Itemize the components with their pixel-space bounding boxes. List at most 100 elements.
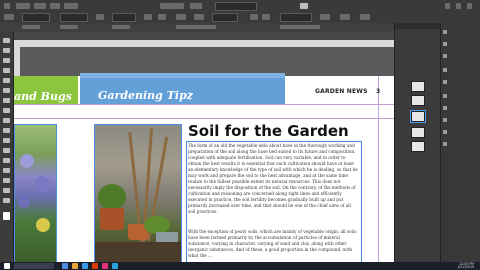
panel-item-text-wrap[interactable] bbox=[443, 127, 479, 136]
rotate-icon[interactable] bbox=[144, 14, 152, 20]
zoom-control[interactable] bbox=[160, 3, 184, 9]
links-icon bbox=[443, 53, 447, 58]
width-field[interactable] bbox=[60, 13, 88, 22]
x-field[interactable] bbox=[22, 13, 50, 22]
app-menu-icon[interactable] bbox=[4, 3, 10, 9]
file-explorer-icon[interactable] bbox=[72, 263, 78, 269]
taskbar-search-input[interactable] bbox=[14, 263, 54, 269]
guide-line bbox=[14, 104, 394, 105]
minimize-icon[interactable] bbox=[445, 3, 450, 9]
panel-dock bbox=[440, 23, 480, 262]
page-thumbnail[interactable] bbox=[411, 141, 425, 152]
office-icon[interactable] bbox=[92, 263, 98, 269]
eyedropper-tool-icon[interactable] bbox=[3, 178, 10, 183]
scale-y-field[interactable] bbox=[112, 25, 130, 29]
running-header: GARDEN NEWS 3 bbox=[315, 88, 380, 95]
page-thumbnail[interactable] bbox=[411, 127, 425, 138]
image-frame[interactable] bbox=[14, 124, 57, 263]
panel-item-character-styles[interactable] bbox=[443, 115, 479, 124]
fitting-icon[interactable] bbox=[360, 14, 370, 20]
pen-tool-icon[interactable] bbox=[3, 98, 10, 103]
shadow-icon[interactable] bbox=[262, 14, 270, 20]
panel-item-swatches[interactable] bbox=[443, 77, 479, 86]
pencil-tool-icon[interactable] bbox=[3, 108, 10, 113]
menu-item[interactable] bbox=[64, 3, 78, 9]
menu-item[interactable] bbox=[50, 3, 60, 9]
direct-selection-tool-icon[interactable] bbox=[3, 48, 10, 53]
running-header-title: GARDEN NEWS bbox=[315, 88, 368, 95]
fill-swatch[interactable] bbox=[176, 14, 186, 20]
layers-icon bbox=[443, 41, 447, 46]
menu-item[interactable] bbox=[34, 3, 46, 9]
photoshop-app-icon[interactable] bbox=[112, 263, 118, 269]
rectangle-tool-icon[interactable] bbox=[3, 128, 10, 133]
scale-field[interactable] bbox=[112, 13, 136, 22]
panel-item-paragraph-styles[interactable] bbox=[443, 103, 479, 112]
fill-stroke-swatch[interactable] bbox=[3, 212, 10, 220]
panel-header bbox=[395, 23, 441, 29]
rectangle-frame-tool-icon[interactable] bbox=[3, 118, 10, 123]
image-frame[interactable] bbox=[94, 124, 182, 263]
document-tab-bar[interactable] bbox=[14, 32, 394, 40]
panel-item-links[interactable] bbox=[443, 51, 479, 60]
indesign-app-icon[interactable] bbox=[102, 263, 108, 269]
panel-item-color[interactable] bbox=[443, 91, 479, 100]
panel-item-stroke[interactable] bbox=[443, 65, 479, 74]
text-frame[interactable] bbox=[186, 141, 362, 263]
transform-tool-icon[interactable] bbox=[3, 148, 10, 153]
reference-point-icon[interactable] bbox=[4, 14, 14, 20]
gradient-tool-icon[interactable] bbox=[3, 158, 10, 163]
panel-item-layers[interactable] bbox=[443, 39, 479, 48]
color-icon bbox=[443, 93, 447, 98]
maximize-icon[interactable] bbox=[456, 3, 461, 9]
margin-guide bbox=[378, 76, 379, 262]
gap-tool-icon[interactable] bbox=[3, 68, 10, 73]
page-thumbnail[interactable] bbox=[411, 81, 425, 92]
tools-panel bbox=[0, 32, 14, 262]
pages-icon bbox=[443, 29, 447, 34]
scissors-tool-icon[interactable] bbox=[3, 138, 10, 143]
type-tool-icon[interactable] bbox=[3, 78, 10, 83]
menu-item[interactable] bbox=[16, 3, 30, 9]
panel-item-effects[interactable] bbox=[443, 139, 479, 148]
character-styles-icon bbox=[443, 117, 447, 122]
section-tab-label: and Bugs bbox=[14, 90, 72, 103]
note-tool-icon[interactable] bbox=[3, 168, 10, 173]
line-tool-icon[interactable] bbox=[3, 88, 10, 93]
hand-tool-icon[interactable] bbox=[3, 188, 10, 193]
search-input[interactable] bbox=[215, 2, 257, 11]
article-title: Soil for the Garden bbox=[188, 122, 349, 140]
corner-options[interactable] bbox=[280, 25, 320, 29]
workspace-icon[interactable] bbox=[300, 3, 308, 9]
edge-icon[interactable] bbox=[82, 263, 88, 269]
close-icon[interactable] bbox=[467, 3, 472, 9]
pages-panel bbox=[394, 23, 441, 262]
text-wrap-icon bbox=[443, 129, 447, 134]
wrap-icon[interactable] bbox=[320, 14, 330, 20]
stroke-style[interactable] bbox=[176, 25, 216, 29]
taskbar: 12:05 PM 4/12/2019 bbox=[0, 262, 480, 270]
section-tab-label: Gardening Tipz bbox=[98, 89, 194, 102]
paragraph-styles-icon bbox=[443, 105, 447, 110]
start-icon[interactable] bbox=[4, 263, 10, 269]
page-number: 3 bbox=[375, 88, 381, 95]
stroke-swatch[interactable] bbox=[194, 14, 204, 20]
page-thumbnail-selected[interactable] bbox=[410, 110, 426, 123]
stroke-weight-field[interactable] bbox=[212, 13, 238, 22]
selection-tool-icon[interactable] bbox=[3, 38, 10, 43]
align-icon[interactable] bbox=[340, 14, 350, 20]
effects-icon[interactable] bbox=[250, 14, 258, 20]
panel-item-pages[interactable] bbox=[443, 27, 479, 36]
section-tab-green[interactable]: and Bugs bbox=[14, 76, 78, 104]
y-field[interactable] bbox=[22, 25, 40, 29]
page-thumbnail[interactable] bbox=[411, 95, 425, 106]
zoom-tool-icon[interactable] bbox=[3, 198, 10, 203]
constrain-icon[interactable] bbox=[96, 14, 104, 20]
view-options[interactable] bbox=[190, 3, 202, 9]
system-clock[interactable]: 12:05 PM 4/12/2019 bbox=[458, 262, 474, 269]
page-tool-icon[interactable] bbox=[3, 58, 10, 63]
opacity-field[interactable] bbox=[280, 13, 312, 22]
flip-icon[interactable] bbox=[158, 14, 166, 20]
task-view-icon[interactable] bbox=[62, 263, 68, 269]
height-field[interactable] bbox=[60, 25, 78, 29]
